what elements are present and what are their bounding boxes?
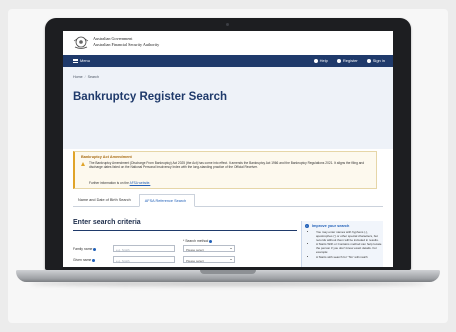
- help-title: Improve your search: [312, 224, 350, 228]
- tab-afsa-reference-search[interactable]: AFSA Reference Search: [138, 194, 196, 207]
- help-item: You may enter names with hyphens (-), ap…: [316, 230, 382, 242]
- criteria-divider: [73, 230, 297, 231]
- warning-icon: [81, 162, 85, 166]
- page-title: Bankruptcy Register Search: [73, 91, 228, 103]
- sign-in-link[interactable]: Sign in: [366, 58, 385, 63]
- user-icon: [336, 58, 341, 63]
- agency-name: Australian Financial Security Authority: [93, 42, 160, 47]
- nav-actions: Help Register Sign in: [313, 58, 385, 63]
- afsa-website-link[interactable]: AFSA website.: [130, 181, 151, 185]
- family-name-label: Family name: [73, 247, 97, 251]
- government-header: Australian Government Australian Financi…: [63, 31, 393, 55]
- search-method-label: * Search method: [183, 239, 213, 243]
- info-icon[interactable]: [92, 258, 96, 262]
- laptop-base: [16, 270, 440, 282]
- given-name-input[interactable]: e.g. Smith: [113, 256, 175, 263]
- government-name: Australian Government: [93, 36, 133, 41]
- notice-title: Bankruptcy Act Amendment: [81, 155, 132, 159]
- page-header: Home / Search Bankruptcy Register Search: [63, 67, 393, 149]
- help-item: A Starts With or Contains method can hel…: [316, 242, 382, 254]
- search-criteria-form: Enter search criteria * Search method Fa…: [73, 211, 297, 267]
- laptop-screen: Australian Government Australian Financi…: [63, 31, 393, 267]
- given-name-label: Given name: [73, 258, 96, 262]
- hamburger-icon: [73, 58, 78, 63]
- tab-name-dob-search[interactable]: Name and Date of Birth Search: [73, 194, 139, 207]
- help-list: You may enter names with hyphens (-), ap…: [312, 230, 382, 259]
- coat-of-arms-icon: [73, 36, 89, 49]
- help-icon: [313, 58, 318, 63]
- info-icon[interactable]: [209, 239, 213, 243]
- person-icon: [366, 58, 371, 63]
- notice-body: The Bankruptcy Amendment (Discharge From…: [89, 161, 365, 170]
- main-navigation: Menu Help Register Sign in: [63, 55, 393, 67]
- info-icon: i: [305, 224, 309, 228]
- notice-more-info: Further information is on the AFSA websi…: [89, 181, 151, 185]
- breadcrumb-home[interactable]: Home: [73, 75, 83, 79]
- amendment-notice: Bankruptcy Act Amendment The Bankruptcy …: [73, 151, 377, 189]
- given-name-method-select[interactable]: Please select: [183, 256, 235, 263]
- search-tabs: Name and Date of Birth Search AFSA Refer…: [73, 194, 383, 207]
- menu-label: Menu: [80, 58, 91, 63]
- breadcrumb: Home / Search: [73, 75, 99, 79]
- webcam: [226, 23, 229, 26]
- family-name-method-select[interactable]: Please select: [183, 245, 235, 252]
- help-item: A Starts with search for 'Tim' will matc…: [316, 255, 382, 259]
- search-help-panel: i Improve your search You may enter name…: [301, 221, 383, 267]
- help-link[interactable]: Help: [313, 58, 328, 63]
- register-link[interactable]: Register: [336, 58, 358, 63]
- lid-notch: [200, 270, 256, 274]
- breadcrumb-current: Search: [87, 75, 99, 79]
- menu-button[interactable]: Menu: [73, 58, 90, 63]
- info-icon[interactable]: [93, 247, 97, 251]
- criteria-title: Enter search criteria: [73, 219, 141, 226]
- family-name-input[interactable]: e.g. Smith: [113, 245, 175, 252]
